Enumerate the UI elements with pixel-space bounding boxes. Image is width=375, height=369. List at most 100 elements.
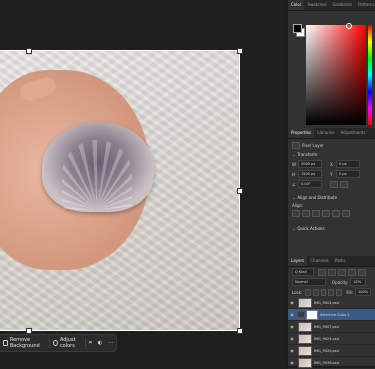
tab-layers[interactable]: Layers <box>288 256 308 266</box>
selection-edge-bottom <box>0 330 240 331</box>
adjust-colors-button[interactable]: Adjust colors <box>50 335 85 351</box>
align-left-icon[interactable] <box>292 210 300 217</box>
align-middle-icon[interactable] <box>332 210 340 217</box>
transform-section-header[interactable]: ⌄ Transform <box>288 150 375 159</box>
transform-row-2: H 1500 px Y 0 px <box>288 169 375 179</box>
more-options-button[interactable]: ··· <box>105 335 116 351</box>
layers-tabs: Layers Channels Paths <box>288 256 375 267</box>
tab-channels[interactable]: Channels <box>307 256 332 266</box>
filter-smart-icon[interactable] <box>358 268 366 276</box>
transform-handle-top-right[interactable] <box>237 48 243 54</box>
layer-row[interactable]: ◉ IMG_9007.psd <box>288 321 375 333</box>
lock-move-icon[interactable] <box>320 288 327 296</box>
layer-type-row: Pixel Layer <box>288 139 375 150</box>
layer-name: IMG_9020.psd <box>314 348 339 353</box>
lock-artboard-icon[interactable] <box>328 288 334 296</box>
properties-panel: Properties Libraries Adjustments Pixel L… <box>288 128 375 233</box>
transform-handle-right[interactable] <box>237 188 243 194</box>
contextual-task-bar: Remove Background Adjust colors ⌗ ◐ ··· <box>0 334 117 352</box>
layer-row[interactable]: ◉ IMG_9036.psd <box>288 357 375 369</box>
layer-thumbnail <box>298 297 312 308</box>
transform-row-1: W 2000 px X 0 px <box>288 159 375 169</box>
filter-type-icon[interactable] <box>338 268 346 276</box>
chevron-down-icon: ⌄ <box>292 152 296 157</box>
color-panel <box>288 11 375 129</box>
chevron-down-icon: ⌄ <box>292 195 296 200</box>
document-image[interactable] <box>0 50 240 331</box>
remove-background-label: Remove Background <box>9 337 40 349</box>
tab-swatches[interactable]: Swatches <box>304 0 329 10</box>
lock-row: Lock: Fill: 100% <box>288 287 375 297</box>
foreground-color-swatch[interactable] <box>293 24 302 33</box>
layer-name: IMG_9004.psd <box>314 300 339 305</box>
layer-row[interactable]: ◉ IMG_9020.psd <box>288 345 375 357</box>
lock-transparency-icon[interactable] <box>305 288 311 296</box>
layer-type-label: Pixel Layer <box>302 143 324 148</box>
layer-mask-thumbnail <box>306 309 318 320</box>
filter-pixel-icon[interactable] <box>318 268 326 276</box>
crop-button[interactable]: ⌗ <box>86 335 95 351</box>
opacity-field[interactable]: 42% <box>350 278 367 286</box>
eye-icon[interactable]: ◉ <box>288 300 296 305</box>
eye-icon[interactable]: ◉ <box>288 312 296 317</box>
blend-row: Normal Opacity: 42% <box>288 277 375 287</box>
tab-patterns[interactable]: Patterns <box>355 0 375 10</box>
transform-handle-bottom-right[interactable] <box>237 328 243 334</box>
filter-shape-icon[interactable] <box>348 268 356 276</box>
align-center-icon[interactable] <box>302 210 310 217</box>
kind-filter-select[interactable]: Q Kind <box>292 268 314 276</box>
remove-bg-icon <box>3 340 8 346</box>
eye-icon[interactable]: ◉ <box>288 336 296 341</box>
filter-adjust-icon[interactable] <box>328 268 336 276</box>
fill-field[interactable]: 100% <box>355 288 372 296</box>
lock-all-icon[interactable] <box>335 288 342 296</box>
blend-mode-select[interactable]: Normal <box>292 278 326 286</box>
angle-field[interactable]: 0.00° <box>298 180 322 188</box>
hue-slider[interactable] <box>368 25 372 125</box>
tab-libraries[interactable]: Libraries <box>314 128 337 138</box>
align-top-icon[interactable] <box>322 210 330 217</box>
crop-icon: ⌗ <box>89 340 92 346</box>
height-field[interactable]: 1500 px <box>298 170 322 178</box>
align-section-header[interactable]: ⌄ Align and Distribute <box>288 193 375 202</box>
tab-adjustments[interactable]: Adjustments <box>338 128 369 138</box>
layer-thumbnail <box>298 345 312 356</box>
transform-row-3: ∠ 0.00° <box>288 179 375 189</box>
quick-actions-title: Quick Actions <box>297 226 325 231</box>
align-bottom-icon[interactable] <box>342 210 350 217</box>
flip-vertical-button[interactable] <box>340 180 348 188</box>
color-picker-cursor[interactable] <box>346 23 352 29</box>
eye-icon[interactable]: ◉ <box>288 348 296 353</box>
layer-row[interactable]: ◉ IMG_9004.psd <box>288 297 375 309</box>
lock-brush-icon[interactable] <box>312 288 319 296</box>
properties-tabs: Properties Libraries Adjustments <box>288 128 375 139</box>
transform-handle-top-left[interactable] <box>26 48 32 54</box>
transform-title: Transform <box>297 152 318 157</box>
y-field[interactable]: 0 px <box>336 170 360 178</box>
adjust-colors-label: Adjust colors <box>59 337 76 349</box>
align-right-icon[interactable] <box>312 210 320 217</box>
x-field[interactable]: 0 px <box>336 160 360 168</box>
align-label: Align: <box>292 203 304 208</box>
tab-properties[interactable]: Properties <box>288 128 315 138</box>
tab-gradients[interactable]: Gradients <box>330 0 356 10</box>
color-mode-button[interactable]: ◐ <box>95 335 105 351</box>
flip-horizontal-button[interactable] <box>330 180 338 188</box>
eye-icon[interactable]: ◉ <box>288 360 296 365</box>
color-picker-field[interactable] <box>306 25 366 125</box>
canvas-area[interactable]: Remove Background Adjust colors ⌗ ◐ ··· <box>0 0 286 366</box>
remove-background-button[interactable]: Remove Background <box>0 335 49 351</box>
lock-label: Lock: <box>292 289 303 295</box>
color-panel-tabs: Color Swatches Gradients Patterns <box>288 0 375 11</box>
align-buttons-row <box>288 209 375 218</box>
chevron-down-icon: ⌄ <box>292 226 296 231</box>
layer-row-selected[interactable]: ◉ Selective Color 1 <box>288 309 375 321</box>
layer-thumbnail <box>298 357 312 368</box>
eye-icon[interactable]: ◉ <box>288 324 296 329</box>
more-icon: ··· <box>108 340 114 346</box>
quick-actions-header[interactable]: ⌄ Quick Actions <box>288 224 375 233</box>
layer-row[interactable]: ◉ IMG_9024.psd <box>288 333 375 345</box>
width-field[interactable]: 2000 px <box>298 160 322 168</box>
tab-paths[interactable]: Paths <box>332 256 349 266</box>
tab-color[interactable]: Color <box>288 0 305 10</box>
